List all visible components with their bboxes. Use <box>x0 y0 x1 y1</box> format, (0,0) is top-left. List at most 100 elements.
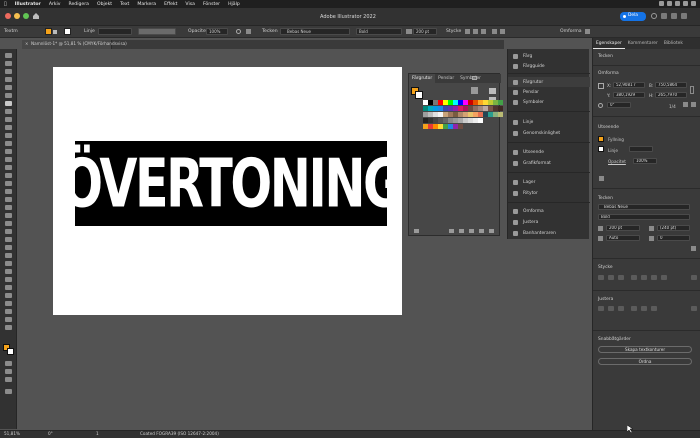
variable-width-profile[interactable] <box>138 28 176 35</box>
more-tools-icon[interactable] <box>5 293 12 298</box>
menu-fonster[interactable]: Fönster <box>203 2 220 7</box>
align-horizontal-centers-icon[interactable] <box>608 306 614 311</box>
more-options-icon[interactable] <box>691 102 696 107</box>
tab-libraries[interactable]: Bibliotek <box>661 38 686 49</box>
dock-item-artboards[interactable]: Ritytor <box>508 188 590 198</box>
stroke-swatch[interactable] <box>64 28 71 35</box>
x-position-field[interactable]: 52,9081 r <box>613 82 645 88</box>
new-color-group-icon[interactable] <box>469 229 474 233</box>
share-button[interactable]: Dela <box>620 12 646 21</box>
delete-swatch-icon[interactable] <box>489 229 494 233</box>
tab-comments[interactable]: Kommentarer <box>625 38 661 49</box>
search-icon[interactable] <box>651 13 657 19</box>
menu-effekt[interactable]: Effekt <box>164 2 177 7</box>
panel-toggle-icon[interactable] <box>681 13 687 19</box>
font-family-field[interactable]: Bebas Neue <box>280 28 350 35</box>
tab-properties[interactable]: Egenskaper <box>593 38 625 49</box>
align-right-icon[interactable] <box>481 29 486 34</box>
magic-wand-tool-icon[interactable] <box>5 69 12 74</box>
fill-dropdown-icon[interactable] <box>53 30 57 34</box>
free-transform-tool-icon[interactable] <box>5 181 12 186</box>
dock-item-align[interactable]: Justera <box>508 217 590 227</box>
font-family-field[interactable]: Bebas Neue <box>598 204 690 210</box>
status-icon[interactable] <box>667 1 672 6</box>
color-mode-icon[interactable] <box>5 361 12 366</box>
menu-visa[interactable]: Visa <box>185 2 195 7</box>
home-icon[interactable] <box>32 12 40 20</box>
font-style-field[interactable]: Bold <box>356 28 402 35</box>
menu-redigera[interactable]: Redigera <box>69 2 89 7</box>
height-field[interactable]: 265,7970 <box>655 92 687 98</box>
align-object-icon[interactable] <box>500 29 505 34</box>
arrange-documents-icon[interactable] <box>661 13 667 19</box>
color-swatch[interactable] <box>478 118 483 123</box>
artboard-number[interactable]: 1 <box>96 431 99 436</box>
dock-item-brushes[interactable]: Penslar <box>508 87 590 97</box>
stroke-weight-field[interactable] <box>629 146 653 152</box>
transform-label[interactable]: Omforma <box>560 29 582 35</box>
align-left-edges-icon[interactable] <box>598 306 604 311</box>
type-tool-icon[interactable] <box>5 101 12 106</box>
text-banner[interactable]: ÖVERTONING <box>61 141 403 226</box>
more-tools-icon[interactable] <box>5 317 12 322</box>
font-size-field[interactable]: 200 pt <box>413 28 437 35</box>
justify-all-icon[interactable] <box>661 275 667 280</box>
show-swatch-kinds-icon[interactable] <box>449 229 454 233</box>
zoom-window-button[interactable] <box>23 13 29 19</box>
line-tool-icon[interactable] <box>5 109 12 114</box>
menu-app[interactable]: Illustrator <box>15 2 41 7</box>
more-tools-icon[interactable] <box>5 325 12 330</box>
stroke-color-icon[interactable] <box>7 348 14 355</box>
more-character-options-icon[interactable] <box>691 246 696 251</box>
width-tool-icon[interactable] <box>5 173 12 178</box>
opacity-label[interactable]: Opacitet <box>608 159 626 164</box>
shape-builder-tool-icon[interactable] <box>5 189 12 194</box>
minimize-window-button[interactable] <box>14 13 20 19</box>
slice-tool-icon[interactable] <box>5 261 12 266</box>
zoom-level[interactable]: 51,81% <box>4 431 20 436</box>
paragraph-label[interactable]: Stycke <box>446 29 461 35</box>
curvature-tool-icon[interactable] <box>5 93 12 98</box>
arrange-button[interactable]: Ordna <box>598 358 692 365</box>
dock-item-color[interactable]: Färg <box>508 51 590 61</box>
fill-color-swatch[interactable] <box>598 136 604 142</box>
close-window-button[interactable] <box>5 13 11 19</box>
more-tools-icon[interactable] <box>5 285 12 290</box>
dock-item-pathfinder[interactable]: Banhanteraren <box>508 228 590 238</box>
collapse-panel-icon[interactable] <box>472 76 477 80</box>
artboard-tool-icon[interactable] <box>5 253 12 258</box>
dock-item-layers[interactable]: Lager <box>508 177 590 187</box>
eyedropper-tool-icon[interactable] <box>5 221 12 226</box>
draw-mode-icon[interactable] <box>5 369 12 374</box>
status-icon[interactable] <box>691 1 696 6</box>
tab-brushes[interactable]: Penslar <box>435 74 457 83</box>
rotate-field[interactable]: 0° <box>607 102 631 108</box>
dock-item-swatches[interactable]: Färgrutor <box>508 77 590 87</box>
column-graph-tool-icon[interactable] <box>5 245 12 250</box>
align-vertical-centers-icon[interactable] <box>641 306 647 311</box>
blend-tool-icon[interactable] <box>5 229 12 234</box>
swatch-options-icon[interactable] <box>459 229 464 233</box>
shaper-tool-icon[interactable] <box>5 133 12 138</box>
flip-icon[interactable] <box>683 102 688 107</box>
align-object-icon[interactable] <box>492 29 497 34</box>
constrain-proportions-icon[interactable] <box>690 86 694 94</box>
align-top-edges-icon[interactable] <box>631 306 637 311</box>
more-paragraph-options-icon[interactable] <box>691 275 697 280</box>
arrange-icon[interactable] <box>585 29 590 34</box>
menu-arkiv[interactable]: Arkiv <box>49 2 61 7</box>
character-label[interactable]: Tecken <box>262 29 278 35</box>
menu-text[interactable]: Text <box>120 2 129 7</box>
align-center-icon[interactable] <box>473 29 478 34</box>
tracking-field[interactable]: 0 <box>657 235 690 241</box>
edit-toolbar-icon[interactable] <box>5 389 12 394</box>
pen-tool-icon[interactable] <box>5 85 12 90</box>
dock-item-transform[interactable]: Omforma <box>508 206 590 216</box>
color-swatch[interactable] <box>458 124 463 129</box>
kerning-field[interactable]: Auto <box>606 235 640 241</box>
swatch-libraries-menu-icon[interactable] <box>414 229 419 233</box>
status-icon[interactable] <box>659 1 664 6</box>
stroke-weight-field[interactable] <box>98 28 132 35</box>
apple-icon[interactable]:  <box>4 2 7 7</box>
justify-right-icon[interactable] <box>651 275 657 280</box>
